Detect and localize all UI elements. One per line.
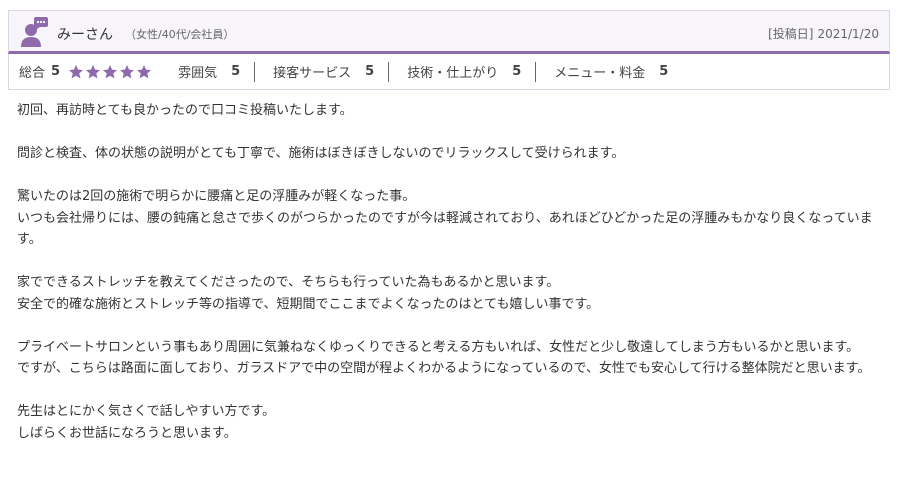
review-line: プライベートサロンという事もあり周囲に気兼ねなくゆっくりできると考える方もいれば…	[17, 339, 860, 355]
review-line: 先生はとにかく気さくで話しやすい方です。	[17, 404, 276, 419]
star-icon	[137, 64, 152, 78]
review-line: ですが、こちらは路面に面しており、ガラスドアで中の空間が程よくわかるようになって…	[17, 361, 871, 376]
rating-score: 5	[231, 64, 241, 79]
user-avatar-icon	[21, 17, 48, 47]
rating-label: 技術・仕上がり	[407, 66, 499, 81]
rating-technique: 技術・仕上がり 5	[389, 62, 535, 81]
star-icon	[86, 64, 101, 78]
review-line: いつも会社帰りには、腰の鈍痛と怠さで歩くのがつらかったのですが今は軽減されており…	[17, 210, 873, 248]
rating-score: 5	[659, 64, 669, 79]
review-paragraph: 先生はとにかく気さくで話しやすい方です。 しばらくお世話になろうと思います。	[17, 401, 883, 444]
review-line: しばらくお世話になろうと思います。	[17, 425, 237, 441]
post-date-label: [投稿日]	[768, 27, 814, 41]
review-paragraph: プライベートサロンという事もあり周囲に気兼ねなくゆっくりできると考える方もいれば…	[17, 337, 883, 380]
post-date: [投稿日] 2021/1/20	[768, 25, 879, 42]
review-paragraph: 驚いたのは2回の施術で明らかに腰痛と足の浮腫みが軽くなった事。 いつも会社帰りに…	[17, 186, 883, 251]
ratings-bar: 総合 5 雰囲気 5 接客サービス 5 技術・仕上がり 5 メニュー・料金 5	[8, 54, 890, 90]
overall-label: 総合	[19, 66, 46, 81]
rating-score: 5	[365, 64, 375, 79]
rating-label: 雰囲気	[178, 66, 218, 81]
review-line: 安全で的確な施術とストレッチ等の指導で、短期間でここまでよくなったのはとても嬉し…	[17, 296, 600, 312]
overall-rating: 総合 5	[9, 62, 152, 81]
reviewer-name: みーさん	[57, 27, 113, 43]
rating-label: メニュー・料金	[554, 66, 646, 81]
star-rating	[68, 64, 152, 80]
review-paragraph: 初回、再訪時とても良かったので口コミ投稿いたします。	[17, 100, 883, 122]
review-header: みーさん （女性/40代/会社員） [投稿日] 2021/1/20	[8, 10, 890, 54]
review-paragraph: 家でできるストレッチを教えてくださったので、そちらも行っていた為もあるかと思いま…	[17, 272, 883, 315]
rating-score: 5	[512, 64, 522, 79]
rating-label: 接客サービス	[273, 66, 352, 81]
rating-menu-price: メニュー・料金 5	[536, 62, 682, 81]
review-body: 初回、再訪時とても良かったので口コミ投稿いたします。 問診と検査、体の状態の説明…	[17, 100, 883, 466]
star-icon	[69, 64, 84, 78]
post-date-value: 2021/1/20	[817, 27, 879, 41]
review-paragraph: 問診と検査、体の状態の説明がとても丁寧で、施術はぼきぼきしないのでリラックスして…	[17, 143, 883, 165]
rating-service: 接客サービス 5	[255, 62, 388, 81]
review-line: 家でできるストレッチを教えてくださったので、そちらも行っていた為もあるかと思いま…	[17, 275, 560, 290]
star-icon	[103, 64, 118, 78]
reviewer-meta: （女性/40代/会社員）	[125, 28, 235, 41]
review-line: 初回、再訪時とても良かったので口コミ投稿いたします。	[17, 103, 353, 118]
review-card: みーさん （女性/40代/会社員） [投稿日] 2021/1/20 総合 5 雰囲…	[0, 0, 900, 484]
review-line: 問診と検査、体の状態の説明がとても丁寧で、施術はぼきぼきしないのでリラックスして…	[17, 146, 625, 161]
review-line: 驚いたのは2回の施術で明らかに腰痛と足の浮腫みが軽くなった事。	[17, 189, 416, 204]
rating-atmosphere: 雰囲気 5	[152, 62, 254, 81]
overall-score: 5	[51, 64, 61, 79]
star-icon	[120, 64, 135, 78]
